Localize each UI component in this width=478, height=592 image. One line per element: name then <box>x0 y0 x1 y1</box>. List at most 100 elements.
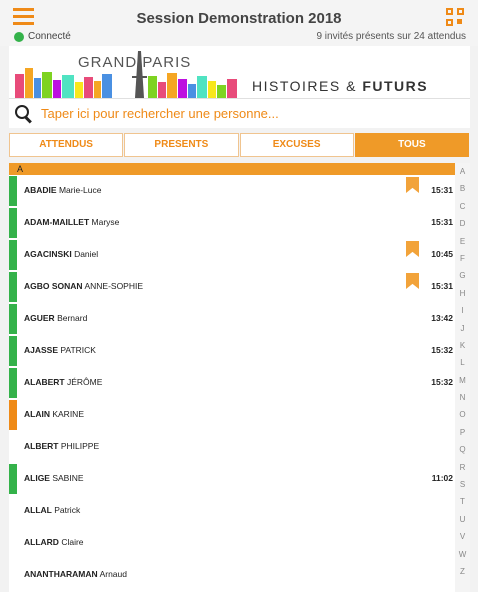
list-item[interactable]: ALLARD Claire <box>9 527 455 559</box>
alphabet-letter[interactable]: B <box>455 180 470 197</box>
tab-presents[interactable]: PRESENTS <box>124 133 239 157</box>
guest-last-name: ADAM-MAILLET <box>24 217 90 227</box>
search-input[interactable] <box>41 106 461 121</box>
alphabet-letter[interactable]: P <box>455 424 470 441</box>
status-indicator <box>9 336 17 366</box>
guest-last-name: ANANTHARAMAN <box>24 569 98 579</box>
guest-name: ANANTHARAMAN Arnaud <box>24 569 127 579</box>
page-title: Session Demonstration 2018 <box>136 10 342 27</box>
arrival-time: 15:31 <box>431 185 453 195</box>
alphabet-index: ABCDEFGHIJKLMNOPQRSTUVWZ <box>455 163 470 592</box>
bookmark-icon[interactable] <box>406 241 419 257</box>
guest-first-name: JÉRÔME <box>64 377 103 387</box>
guest-last-name: ALABERT <box>24 377 65 387</box>
tab-excuses[interactable]: EXCUSES <box>239 133 354 157</box>
arrival-time: 10:45 <box>431 249 453 259</box>
guest-name: AGUER Bernard <box>24 313 87 323</box>
status-indicator <box>9 528 17 558</box>
guest-name: ALABERT JÉRÔME <box>24 377 102 387</box>
guest-first-name: Marie-Luce <box>56 185 102 195</box>
status-indicator <box>9 240 17 270</box>
alphabet-letter[interactable]: S <box>455 476 470 493</box>
guest-name: AGBO SONAN ANNE-SOPHIE <box>24 281 143 291</box>
guest-name: ALLARD Claire <box>24 537 84 547</box>
guest-name: ALBERT PHILIPPE <box>24 441 99 451</box>
alphabet-letter[interactable]: F <box>455 250 470 267</box>
attendance-counter: 9 invités présents sur 24 attendus <box>316 31 466 42</box>
alphabet-letter[interactable]: Z <box>455 563 470 580</box>
list-item[interactable]: AGUER Bernard 13:42 <box>9 303 455 335</box>
alphabet-letter[interactable]: D <box>455 215 470 232</box>
list-item[interactable]: ALAIN KARINE <box>9 399 455 431</box>
alphabet-letter[interactable]: V <box>455 528 470 545</box>
list-item[interactable]: ALIGE SABINE 11:02 <box>9 463 455 495</box>
guest-name: ALIGE SABINE <box>24 473 84 483</box>
alphabet-letter[interactable]: Q <box>455 441 470 458</box>
alphabet-letter[interactable]: M <box>455 372 470 389</box>
alphabet-letter[interactable]: G <box>455 267 470 284</box>
tagline-right: FUTURS <box>362 78 429 94</box>
guest-name: ALLAL Patrick <box>24 505 80 515</box>
status-indicator <box>9 368 17 398</box>
alphabet-letter[interactable]: H <box>455 285 470 302</box>
grand-paris-logo-text: GRAND PARIS <box>78 54 192 71</box>
guest-last-name: AGUER <box>24 313 55 323</box>
list-item[interactable]: ALLAL Patrick <box>9 495 455 527</box>
status-indicator <box>9 272 17 302</box>
list-item[interactable]: AGBO SONAN ANNE-SOPHIE 15:31 <box>9 271 455 303</box>
guest-last-name: AJASSE <box>24 345 59 355</box>
guest-first-name: PATRICK <box>58 345 96 355</box>
guest-first-name: Maryse <box>89 217 120 227</box>
guest-last-name: ALIGE <box>24 473 50 483</box>
alphabet-letter[interactable]: T <box>455 493 470 510</box>
arrival-time: 13:42 <box>431 313 453 323</box>
alphabet-letter[interactable]: I <box>455 302 470 319</box>
alphabet-letter[interactable]: N <box>455 389 470 406</box>
arrival-time: 15:31 <box>431 281 453 291</box>
alphabet-letter[interactable]: O <box>455 406 470 423</box>
status-indicator <box>9 432 17 462</box>
tab-tous[interactable]: TOUS <box>354 133 469 157</box>
section-header: A <box>9 163 455 175</box>
bookmark-icon[interactable] <box>406 273 419 289</box>
list-item[interactable]: ABADIE Marie-Luce 15:31 <box>9 175 455 207</box>
status-dot-icon <box>14 31 24 42</box>
guest-last-name: AGACINSKI <box>24 249 72 259</box>
alphabet-letter[interactable]: K <box>455 337 470 354</box>
status-indicator <box>9 208 17 238</box>
list-item[interactable]: ADAM-MAILLET Maryse 15:31 <box>9 207 455 239</box>
guest-list: ABADIE Marie-Luce 15:31 ADAM-MAILLET Marys… <box>9 175 455 592</box>
status-indicator <box>9 560 17 590</box>
guest-last-name: ALBERT <box>24 441 59 451</box>
alphabet-letter[interactable]: J <box>455 320 470 337</box>
tagline-left: HISTOIRES & <box>252 78 363 94</box>
guest-first-name: Arnaud <box>97 569 127 579</box>
guest-last-name: ABADIE <box>24 185 57 195</box>
list-item[interactable]: ANANTHARAMAN Arnaud <box>9 559 455 591</box>
status-indicator <box>9 464 17 494</box>
list-item[interactable]: ALBERT PHILIPPE <box>9 431 455 463</box>
guest-last-name: ALLAL <box>24 505 52 515</box>
qr-code-icon[interactable] <box>446 8 464 26</box>
guest-name: ALAIN KARINE <box>24 409 84 419</box>
guest-first-name: Claire <box>58 537 84 547</box>
alphabet-letter[interactable]: W <box>455 546 470 563</box>
tab-attendus[interactable]: ATTENDUS <box>9 133 124 157</box>
guest-first-name: Bernard <box>54 313 88 323</box>
list-item[interactable]: AJASSE PATRICK 15:32 <box>9 335 455 367</box>
alphabet-letter[interactable]: L <box>455 354 470 371</box>
alphabet-letter[interactable]: C <box>455 198 470 215</box>
alphabet-letter[interactable]: A <box>455 163 470 180</box>
bookmark-icon[interactable] <box>406 177 419 193</box>
guest-first-name: PHILIPPE <box>58 441 100 451</box>
status-indicator <box>9 176 17 206</box>
status-indicator <box>9 304 17 334</box>
arrival-time: 15:31 <box>431 217 453 227</box>
alphabet-letter[interactable]: U <box>455 511 470 528</box>
guest-first-name: ANNE-SOPHIE <box>82 281 144 291</box>
list-item[interactable]: AGACINSKI Daniel 10:45 <box>9 239 455 271</box>
alphabet-letter[interactable]: R <box>455 459 470 476</box>
alphabet-letter[interactable]: E <box>455 233 470 250</box>
list-item[interactable]: ALABERT JÉRÔME 15:32 <box>9 367 455 399</box>
guest-first-name: SABINE <box>49 473 84 483</box>
